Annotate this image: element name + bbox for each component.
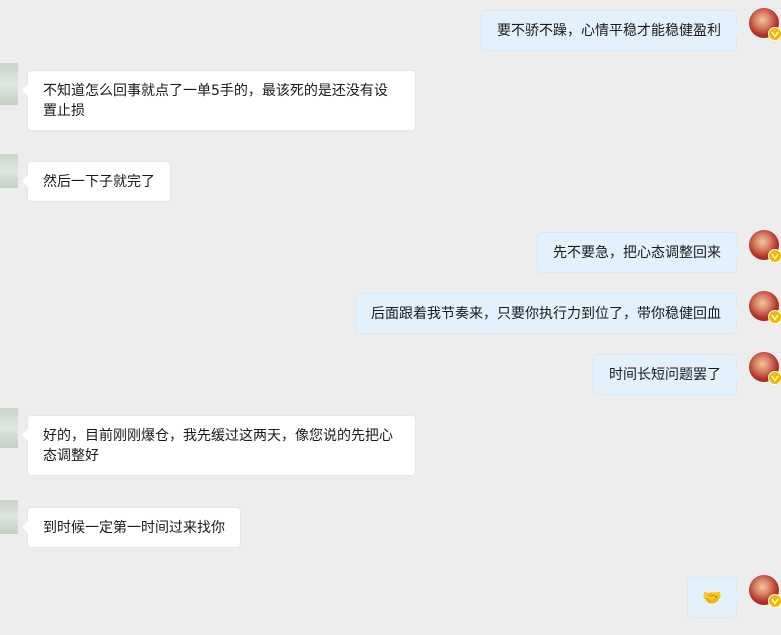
message-text: 好的，目前刚刚爆仓，我先缓过这两天，像您说的先把心态调整好 — [43, 428, 393, 464]
message-bubble[interactable]: 不知道怎么回事就点了一单5手的，最该死的是还没有设置止损 — [22, 70, 416, 131]
verified-badge-icon — [768, 27, 781, 41]
message-text: 后面跟着我节奏来，只要你执行力到位了，带你稳健回血 — [371, 306, 721, 322]
message-bubble[interactable]: 时间长短问题罢了 — [593, 354, 742, 395]
message-bubble[interactable]: 后面跟着我节奏来，只要你执行力到位了，带你稳健回血 — [355, 293, 742, 334]
sender-avatar[interactable] — [0, 154, 18, 188]
contact-avatar[interactable] — [749, 352, 781, 385]
verified-badge-icon — [768, 594, 781, 608]
message-text: 时间长短问题罢了 — [609, 367, 721, 383]
message-bubble[interactable]: 要不骄不躁，心情平稳才能稳健盈利 — [481, 10, 742, 51]
contact-avatar[interactable] — [749, 575, 781, 608]
verified-badge-icon — [768, 249, 781, 263]
message-bubble[interactable]: 然后一下子就完了 — [22, 161, 171, 202]
contact-avatar[interactable] — [749, 8, 781, 41]
message-bubble[interactable]: 到时候一定第一时间过来找你 — [22, 507, 241, 548]
message-text: 到时候一定第一时间过来找你 — [43, 520, 225, 536]
message-bubble[interactable]: 🤝 — [687, 577, 742, 618]
verified-badge-icon — [768, 371, 781, 385]
message-text: 然后一下子就完了 — [43, 174, 155, 190]
message-bubble[interactable]: 先不要急，把心态调整回来 — [537, 232, 742, 273]
contact-avatar[interactable] — [749, 230, 781, 263]
sender-avatar[interactable] — [0, 500, 18, 534]
contact-avatar[interactable] — [749, 291, 781, 324]
message-text: 要不骄不躁，心情平稳才能稳健盈利 — [497, 23, 721, 39]
sender-avatar[interactable] — [0, 408, 18, 448]
verified-badge-icon — [768, 310, 781, 324]
sender-avatar[interactable] — [0, 63, 18, 105]
message-text: 不知道怎么回事就点了一单5手的，最该死的是还没有设置止损 — [43, 83, 388, 119]
message-text: 先不要急，把心态调整回来 — [553, 245, 721, 261]
message-bubble[interactable]: 好的，目前刚刚爆仓，我先缓过这两天，像您说的先把心态调整好 — [22, 415, 416, 476]
handshake-icon: 🤝 — [702, 588, 722, 607]
